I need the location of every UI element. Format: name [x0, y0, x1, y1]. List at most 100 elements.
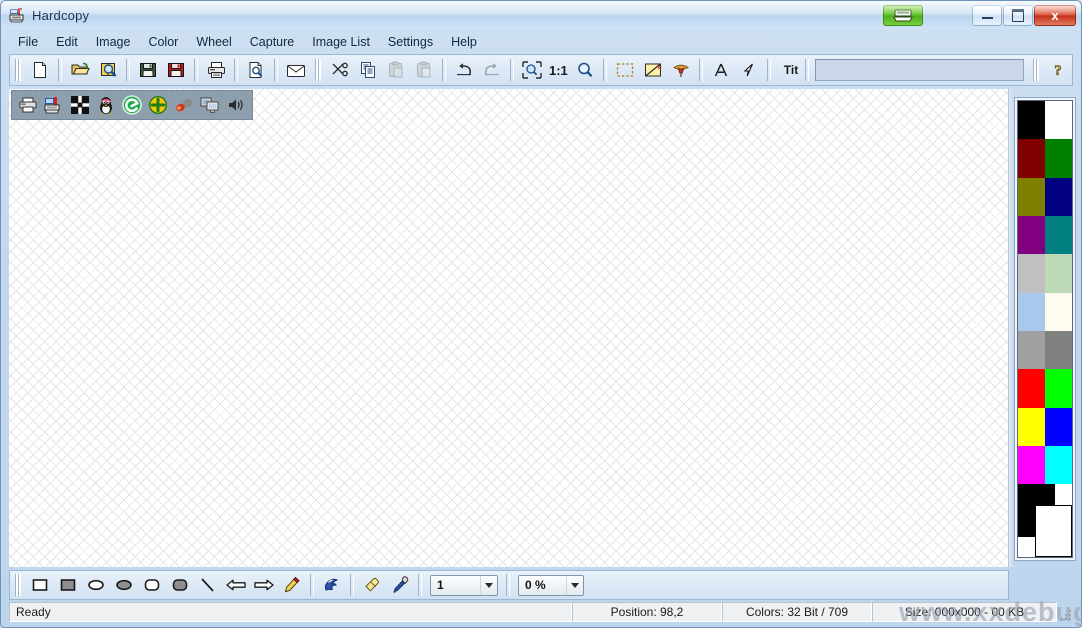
menu-item-image[interactable]: Image	[87, 33, 140, 51]
chevron-down-icon[interactable]	[566, 575, 583, 595]
rounded-rect-outline-tool-icon[interactable]	[139, 572, 165, 598]
color-picker-tool-icon[interactable]	[387, 572, 413, 598]
ellipse-filled-tool-icon[interactable]	[111, 572, 137, 598]
quick-print-icon[interactable]	[16, 93, 40, 117]
palette-swatch[interactable]	[1018, 177, 1045, 216]
menu-item-wheel[interactable]: Wheel	[187, 33, 240, 51]
separator	[58, 59, 62, 81]
palette-swatch[interactable]	[1045, 445, 1072, 485]
transparency-select[interactable]: 0 %	[518, 574, 584, 596]
foreground-background-swatch[interactable]	[1018, 484, 1072, 557]
menu-item-edit[interactable]: Edit	[47, 33, 87, 51]
print-icon[interactable]	[203, 57, 229, 83]
minimize-button[interactable]	[972, 4, 1002, 26]
palette-swatch[interactable]	[1018, 254, 1045, 293]
rounded-rect-filled-tool-icon[interactable]	[167, 572, 193, 598]
open-preview-icon[interactable]	[95, 57, 121, 83]
palette-swatch[interactable]	[1018, 139, 1045, 178]
separator	[602, 59, 607, 81]
eraser-tool-icon[interactable]	[359, 572, 385, 598]
cut-icon[interactable]	[327, 57, 353, 83]
palette-swatch[interactable]	[1045, 369, 1072, 408]
line-width-select[interactable]: 1	[430, 574, 498, 596]
update-globe-icon[interactable]	[146, 93, 170, 117]
canvas-palette-splitter[interactable]	[1009, 89, 1013, 567]
select-rectangle-icon[interactable]	[612, 57, 638, 83]
pencil-tool-icon[interactable]	[279, 572, 305, 598]
address-combo-input[interactable]	[815, 59, 1024, 81]
close-button[interactable]: x	[1034, 4, 1076, 26]
palette-swatch[interactable]	[1045, 330, 1072, 370]
palette-row	[1018, 139, 1072, 178]
palette-swatch[interactable]	[1018, 292, 1045, 331]
ellipse-outline-tool-icon[interactable]	[83, 572, 109, 598]
help-question-icon[interactable]: ?	[1045, 57, 1071, 83]
new-file-icon[interactable]	[27, 57, 53, 83]
print-preview-icon[interactable]	[243, 57, 269, 83]
crosshair-capture-icon[interactable]	[68, 93, 92, 117]
palette-swatch[interactable]	[1018, 101, 1045, 140]
arrow-left-tool-icon[interactable]	[223, 572, 249, 598]
save-icon[interactable]	[135, 57, 161, 83]
palette-swatch[interactable]	[1018, 445, 1045, 485]
palette-swatch[interactable]	[1045, 254, 1072, 293]
menu-item-help[interactable]: Help	[442, 33, 486, 51]
image-canvas[interactable]	[9, 89, 1009, 567]
palette-swatch[interactable]	[1045, 177, 1072, 216]
separator	[234, 59, 238, 81]
chevron-down-icon[interactable]	[480, 575, 497, 595]
palette-swatch[interactable]	[1018, 369, 1045, 408]
effects-icon[interactable]	[640, 57, 666, 83]
zoom-fit-icon[interactable]	[519, 57, 545, 83]
palette-swatch[interactable]	[1045, 407, 1072, 446]
send-mail-icon[interactable]	[283, 57, 309, 83]
menu-item-capture[interactable]: Capture	[241, 33, 303, 51]
menu-item-color[interactable]: Color	[139, 33, 187, 51]
separator	[310, 574, 314, 596]
zus-button-label[interactable]: Tit	[781, 63, 801, 77]
palette-swatch[interactable]	[1045, 101, 1072, 140]
paste-special-icon[interactable]	[411, 57, 437, 83]
text-tool-icon[interactable]	[708, 57, 734, 83]
status-position: Position: 98,2	[572, 602, 722, 622]
arrow-right-tool-icon[interactable]	[251, 572, 277, 598]
status-bar: Ready Position: 98,2 Colors: 32 Bit / 70…	[9, 602, 1073, 622]
toolbar-grip[interactable]	[15, 574, 21, 596]
paste-icon[interactable]	[383, 57, 409, 83]
copy-icon[interactable]	[355, 57, 381, 83]
menu-item-settings[interactable]: Settings	[379, 33, 442, 51]
rectangle-filled-tool-icon[interactable]	[55, 572, 81, 598]
toolbar-grip[interactable]	[15, 59, 21, 81]
quick-capture-button[interactable]	[883, 4, 923, 26]
undo-icon[interactable]	[451, 57, 477, 83]
palette-swatch[interactable]	[1018, 407, 1045, 446]
zoom-actual-size-label[interactable]: 1:1	[546, 63, 571, 78]
redo-icon[interactable]	[479, 57, 505, 83]
pill-icon[interactable]	[172, 93, 196, 117]
open-file-icon[interactable]	[67, 57, 93, 83]
fill-bucket-icon[interactable]	[668, 57, 694, 83]
rectangle-outline-tool-icon[interactable]	[27, 572, 53, 598]
background-color-swatch[interactable]	[1035, 504, 1072, 557]
menu-item-image-list[interactable]: Image List	[303, 33, 379, 51]
separator	[418, 574, 422, 596]
speaker-icon[interactable]	[224, 93, 248, 117]
palette-swatch[interactable]	[1018, 330, 1045, 370]
maximize-button[interactable]	[1003, 4, 1033, 26]
resize-grip[interactable]	[1057, 602, 1073, 622]
palette-swatch[interactable]	[1045, 139, 1072, 178]
browser-e-icon[interactable]	[120, 93, 144, 117]
palette-swatch[interactable]	[1018, 215, 1045, 255]
qq-penguin-icon[interactable]	[94, 93, 118, 117]
line-tool-icon[interactable]	[195, 572, 221, 598]
save-as-icon[interactable]	[163, 57, 189, 83]
hardcopy-capture-icon[interactable]	[42, 93, 66, 117]
menu-item-file[interactable]: File	[9, 33, 47, 51]
paint-brush-tool-icon[interactable]	[319, 572, 345, 598]
canvas-surface[interactable]	[9, 89, 1008, 567]
palette-swatch[interactable]	[1045, 292, 1072, 331]
palette-swatch[interactable]	[1045, 215, 1072, 255]
zoom-icon[interactable]	[572, 57, 598, 83]
remote-screen-icon[interactable]	[198, 93, 222, 117]
pointer-tool-icon[interactable]	[736, 57, 762, 83]
